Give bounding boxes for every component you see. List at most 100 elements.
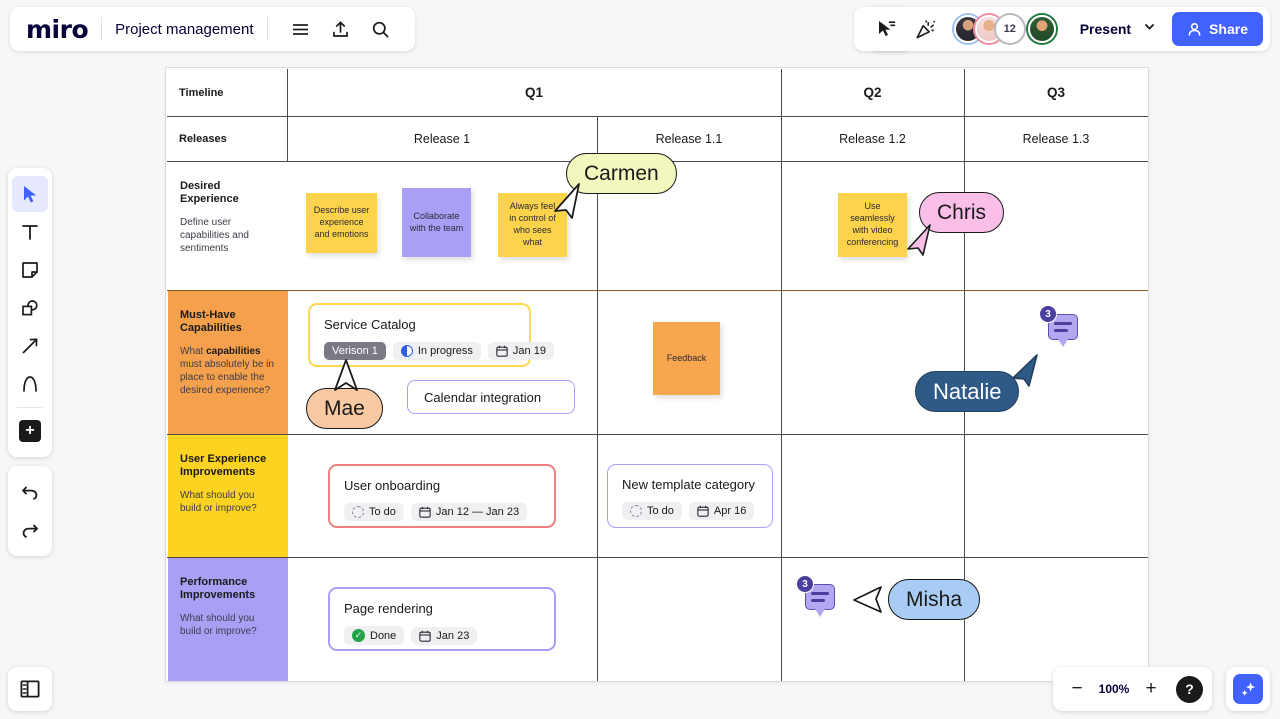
collaborator-avatars[interactable]: 12 bbox=[954, 15, 1056, 43]
calendar-icon bbox=[496, 345, 508, 357]
card-date-chip[interactable]: Jan 23 bbox=[411, 627, 477, 645]
calendar-icon bbox=[419, 506, 431, 518]
history-toolbar bbox=[8, 466, 52, 556]
sticky-note-collaborate[interactable]: Collaborate with the team bbox=[402, 188, 471, 257]
undo-arrow-icon bbox=[20, 482, 40, 502]
calendar-icon bbox=[697, 505, 709, 517]
shapes-tool[interactable] bbox=[12, 290, 48, 326]
card-title: Page rendering bbox=[344, 601, 540, 616]
avatar-image bbox=[1030, 17, 1054, 41]
miro-logo[interactable]: miro bbox=[26, 17, 88, 42]
party-popper-icon[interactable] bbox=[911, 14, 941, 44]
sticky-note-video-conferencing[interactable]: Use seamlessly with video conferencing bbox=[838, 193, 907, 257]
card-title: User onboarding bbox=[344, 478, 540, 493]
comment-count: 3 bbox=[1039, 305, 1057, 323]
ai-assistant-button[interactable] bbox=[1226, 667, 1270, 711]
sticky-note-icon bbox=[20, 260, 40, 280]
card-date-chip[interactable]: Jan 12 — Jan 23 bbox=[411, 503, 527, 521]
card-status-chip[interactable]: To do bbox=[622, 502, 682, 520]
card-date-label: Apr 16 bbox=[714, 505, 746, 517]
cursor-label-natalie[interactable]: Natalie bbox=[915, 371, 1019, 412]
sticky-note-feedback[interactable]: Feedback bbox=[653, 322, 720, 395]
cursor-arrow-icon bbox=[20, 184, 40, 204]
select-tool[interactable] bbox=[12, 176, 48, 212]
card-meta-row: To do Apr 16 bbox=[622, 502, 758, 520]
card-date-chip[interactable]: Jan 19 bbox=[488, 342, 554, 360]
comment-count: 3 bbox=[796, 575, 814, 593]
side-panel-toggle[interactable] bbox=[8, 667, 52, 711]
comment-badge-natalie[interactable]: 3 bbox=[1048, 314, 1078, 340]
side-panel-icon bbox=[19, 678, 41, 700]
cursor-arrow-icon bbox=[547, 180, 587, 222]
cursor-arrow-icon bbox=[330, 357, 362, 395]
cursor-carmen-pointer bbox=[547, 180, 587, 227]
card-status-label: Done bbox=[370, 630, 396, 642]
sticky-text: Collaborate with the team bbox=[409, 211, 464, 235]
zoom-out-button[interactable]: − bbox=[1062, 674, 1092, 704]
present-label: Present bbox=[1080, 21, 1131, 37]
redo-button[interactable] bbox=[12, 512, 48, 548]
dashed-circle-icon bbox=[630, 505, 642, 517]
release-1-3: Release 1.3 bbox=[964, 116, 1148, 161]
comment-badge-misha[interactable]: 3 bbox=[805, 584, 835, 610]
card-page-rendering[interactable]: Page rendering ✓ Done Jan 23 bbox=[328, 587, 556, 651]
zoom-controls: − 100% + ? bbox=[1053, 667, 1212, 711]
half-circle-progress-icon bbox=[401, 345, 413, 357]
avatar-current-user[interactable] bbox=[1028, 15, 1056, 43]
cursor-arrow-icon bbox=[851, 583, 885, 617]
cursor-name: Natalie bbox=[933, 379, 1001, 405]
swimlane-title: Must-Have Capabilities bbox=[180, 309, 276, 336]
menu-icon[interactable] bbox=[286, 14, 316, 44]
cursor-mae-pointer bbox=[330, 357, 362, 400]
sticky-note-describe-ux[interactable]: Describe user experience and emotions bbox=[306, 193, 377, 253]
cursor-share-icon[interactable] bbox=[871, 14, 901, 44]
card-status-label: To do bbox=[647, 505, 674, 517]
avatar-overflow-count[interactable]: 12 bbox=[996, 15, 1024, 43]
card-title: Service Catalog bbox=[324, 317, 515, 332]
card-status-chip[interactable]: In progress bbox=[393, 342, 481, 360]
swimlane-must-have-capabilities[interactable]: Must-Have Capabilities What capabilities… bbox=[168, 291, 288, 434]
board-title[interactable]: Project management bbox=[115, 21, 253, 38]
search-icon[interactable] bbox=[366, 14, 396, 44]
pen-tool[interactable] bbox=[12, 366, 48, 402]
card-title: Calendar integration bbox=[424, 390, 541, 405]
swimlane-desired-experience[interactable]: Desired Experience Define user capabilit… bbox=[168, 162, 288, 290]
zoom-level[interactable]: 100% bbox=[1096, 682, 1132, 696]
card-status-chip[interactable]: ✓ Done bbox=[344, 626, 404, 645]
swimlane-user-experience-improvements[interactable]: User Experience Improvements What should… bbox=[168, 435, 288, 557]
present-button[interactable]: Present bbox=[1066, 12, 1166, 46]
card-date-chip[interactable]: Apr 16 bbox=[689, 502, 754, 520]
top-toolbar: miro Project management bbox=[0, 0, 1280, 57]
more-apps-tool[interactable]: + bbox=[12, 413, 48, 449]
swimlane-performance-improvements[interactable]: Performance Improvements What should you… bbox=[168, 558, 288, 681]
card-meta-row: To do Jan 12 — Jan 23 bbox=[344, 503, 540, 521]
text-tool[interactable] bbox=[12, 214, 48, 250]
upload-icon[interactable] bbox=[326, 14, 356, 44]
board-canvas[interactable]: Timeline Q1 Q2 Q3 Releases Release 1 Rel… bbox=[0, 0, 1280, 719]
zoom-in-button[interactable]: + bbox=[1136, 674, 1166, 704]
card-date-label: Jan 12 — Jan 23 bbox=[436, 506, 519, 518]
cursor-label-misha[interactable]: Misha bbox=[888, 579, 980, 620]
grid-vline-rel1 bbox=[597, 116, 598, 681]
creation-toolbar: + bbox=[8, 168, 52, 457]
pen-curve-icon bbox=[20, 374, 40, 394]
card-calendar-integration[interactable]: Calendar integration bbox=[407, 380, 575, 414]
card-new-template-category[interactable]: New template category To do Apr 16 bbox=[607, 464, 773, 528]
divider bbox=[101, 17, 102, 41]
card-date-label: Jan 19 bbox=[513, 345, 546, 357]
help-button[interactable]: ? bbox=[1176, 676, 1203, 703]
sticky-note-tool[interactable] bbox=[12, 252, 48, 288]
undo-button[interactable] bbox=[12, 474, 48, 510]
cursor-name: Chris bbox=[937, 201, 986, 225]
card-status-chip[interactable]: To do bbox=[344, 503, 404, 521]
miro-app-window: Timeline Q1 Q2 Q3 Releases Release 1 Rel… bbox=[0, 0, 1280, 719]
connector-tool[interactable] bbox=[12, 328, 48, 364]
share-button[interactable]: Share bbox=[1172, 12, 1263, 46]
divider bbox=[267, 17, 268, 41]
swimlane-title: Performance Improvements bbox=[180, 576, 276, 603]
header-quarter-q2: Q2 bbox=[781, 69, 964, 116]
chevron-down-icon[interactable] bbox=[1143, 20, 1156, 38]
board-toolbar-left: miro Project management bbox=[10, 7, 415, 51]
card-user-onboarding[interactable]: User onboarding To do Jan 12 — Jan 23 bbox=[328, 464, 556, 528]
grid-hline-4 bbox=[167, 434, 1148, 435]
